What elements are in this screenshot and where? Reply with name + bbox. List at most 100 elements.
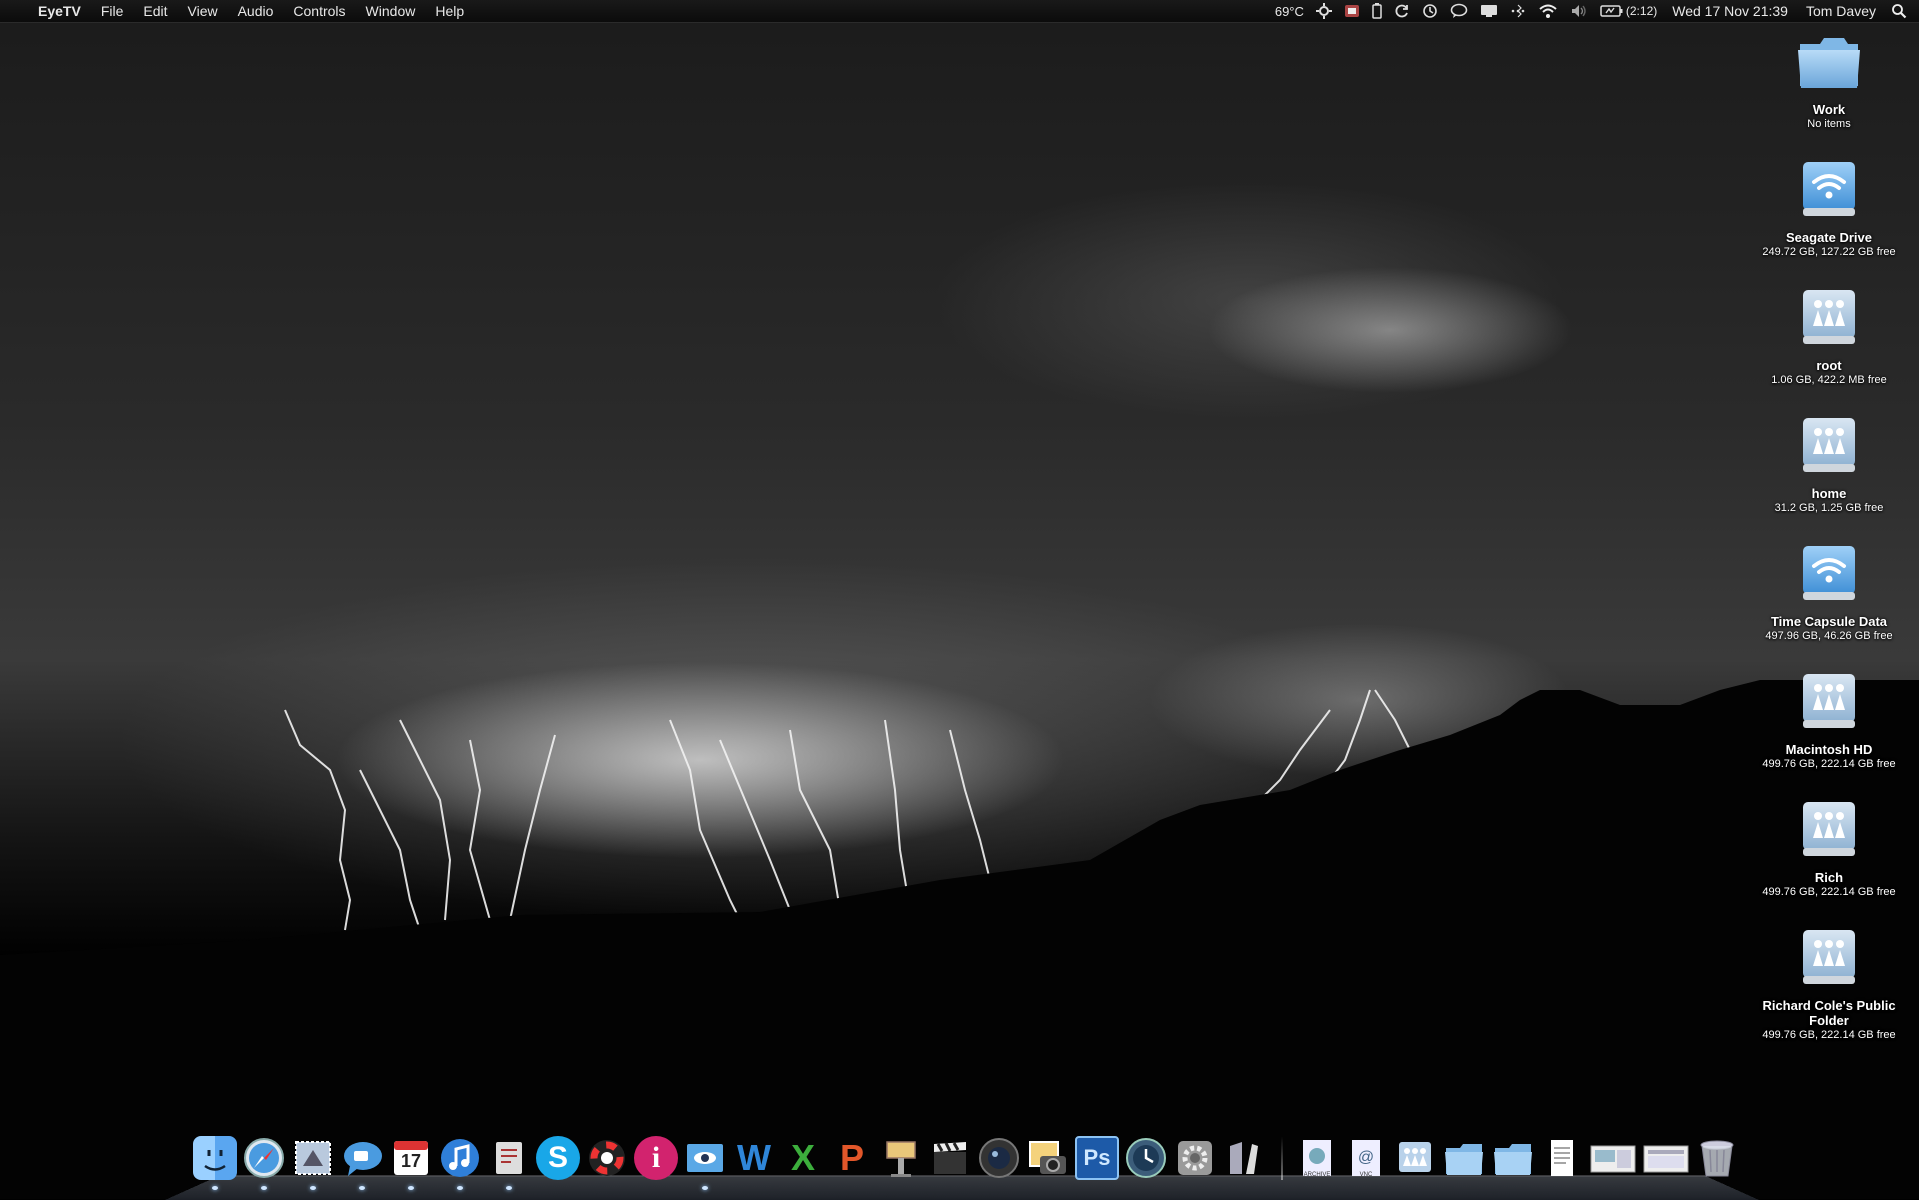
dock-safari[interactable] — [242, 1136, 286, 1190]
photoshop-icon: Ps — [1083, 1145, 1111, 1170]
menu-controls[interactable]: Controls — [283, 0, 355, 22]
desktop-item-public-folder[interactable]: Richard Cole's Public Folder 499.76 GB, … — [1748, 926, 1910, 1042]
wifi-drive-icon — [1794, 542, 1864, 608]
screenshot-icon — [1590, 1145, 1636, 1173]
dock-word[interactable]: W — [732, 1136, 776, 1180]
dock-keynote[interactable] — [879, 1136, 923, 1180]
battery-small-icon[interactable] — [1366, 0, 1388, 22]
trash-icon — [1700, 1140, 1734, 1177]
network-share-icon — [1399, 1142, 1431, 1172]
dock-ical[interactable]: 17 — [389, 1136, 433, 1190]
desktop-item-title: root — [1816, 358, 1842, 373]
network-share-icon — [1794, 798, 1864, 864]
menu-clock[interactable]: Wed 17 Nov 21:39 — [1663, 3, 1797, 19]
photo-camera-icon — [1029, 1141, 1066, 1174]
menu-edit[interactable]: Edit — [133, 0, 177, 22]
dock-preview[interactable] — [683, 1136, 727, 1190]
wifi-icon[interactable] — [1532, 0, 1564, 22]
ichat-status-icon[interactable] — [1444, 0, 1474, 22]
excel-icon: X — [790, 1137, 815, 1178]
menu-file[interactable]: File — [91, 0, 134, 22]
desktop-item-macintosh-hd[interactable]: Macintosh HD 499.76 GB, 222.14 GB free — [1748, 670, 1910, 771]
archive-label: ARCHIVE — [1303, 1172, 1331, 1178]
desktop-item-info: 249.72 GB, 127.22 GB free — [1762, 246, 1896, 258]
dock-iphoto[interactable] — [1026, 1136, 1070, 1180]
dock-vnc-stack[interactable]: @ VNC — [1344, 1136, 1388, 1180]
desktop-item-info: 499.76 GB, 222.14 GB free — [1762, 1029, 1896, 1041]
gear-icon — [1178, 1141, 1212, 1175]
desktop-item-info: 1.06 GB, 422.2 MB free — [1771, 374, 1887, 386]
desktop-item-info: 31.2 GB, 1.25 GB free — [1774, 502, 1884, 514]
lifesaver-icon — [589, 1140, 625, 1176]
dock-screenshot-stack-1[interactable] — [1589, 1136, 1637, 1180]
running-indicator — [310, 1186, 316, 1190]
dock-excel[interactable]: X — [781, 1136, 825, 1180]
time-machine-icon[interactable] — [1416, 0, 1444, 22]
dock-aperture[interactable] — [977, 1136, 1021, 1180]
volume-icon[interactable] — [1564, 0, 1594, 22]
desktop-item-info: No items — [1807, 118, 1851, 130]
desktop-item-rich[interactable]: Rich 499.76 GB, 222.14 GB free — [1748, 798, 1910, 899]
dock-final-cut[interactable] — [928, 1136, 972, 1180]
desktop-item-time-capsule-data[interactable]: Time Capsule Data 497.96 GB, 46.26 GB fr… — [1748, 542, 1910, 643]
powerpoint-icon: P — [839, 1137, 864, 1178]
dock-finder[interactable] — [193, 1136, 237, 1190]
desktop-item-work[interactable]: Work No items — [1748, 30, 1910, 131]
dock-photoshop[interactable]: Ps — [1075, 1136, 1119, 1180]
wifi-drive-icon — [1794, 158, 1864, 224]
dock-utilities[interactable] — [1222, 1136, 1266, 1180]
user-account-menu[interactable]: Tom Davey — [1797, 3, 1885, 19]
desktop-item-home[interactable]: home 31.2 GB, 1.25 GB free — [1748, 414, 1910, 515]
safari-compass-icon — [244, 1138, 284, 1178]
desktop-item-info: 499.76 GB, 222.14 GB free — [1762, 758, 1896, 770]
dock-powerpoint[interactable]: P — [830, 1136, 874, 1180]
dock-skype[interactable]: S — [536, 1136, 580, 1180]
desktop-wallpaper — [0, 0, 1919, 1199]
network-share-icon — [1794, 286, 1864, 352]
app-menu-eyetv[interactable]: EyeTV — [28, 0, 91, 22]
calendar-date: 17 — [400, 1151, 422, 1171]
running-indicator — [457, 1186, 463, 1190]
dock-time-machine[interactable] — [1124, 1136, 1168, 1180]
bluetooth-icon[interactable] — [1504, 0, 1532, 22]
dock-archive-stack[interactable]: ARCHIVE — [1295, 1136, 1339, 1180]
desktop-item-root[interactable]: root 1.06 GB, 422.2 MB free — [1748, 286, 1910, 387]
menu-window[interactable]: Window — [356, 0, 426, 22]
dock-screenshot-stack-2[interactable] — [1642, 1136, 1690, 1180]
dock-pink-app[interactable]: i — [634, 1136, 678, 1180]
dock-script-editor[interactable] — [487, 1136, 531, 1190]
gear-status-icon[interactable] — [1310, 0, 1338, 22]
dock-folder-stack-1[interactable] — [1442, 1136, 1486, 1180]
svg-text:@: @ — [1358, 1149, 1374, 1166]
dock-document-stack[interactable] — [1540, 1136, 1584, 1180]
menu-help[interactable]: Help — [425, 0, 474, 22]
camera-lens-icon — [979, 1138, 1019, 1178]
spotlight-search-icon[interactable] — [1885, 0, 1919, 22]
battery-icon[interactable]: (2:12) — [1594, 0, 1663, 22]
desktop-item-seagate-drive[interactable]: Seagate Drive 249.72 GB, 127.22 GB free — [1748, 158, 1910, 259]
screenshot-icon — [1643, 1145, 1689, 1173]
menu-view[interactable]: View — [178, 0, 228, 22]
menu-bar: EyeTV File Edit View Audio Controls Wind… — [0, 0, 1919, 23]
dock-folder-stack-2[interactable] — [1491, 1136, 1535, 1180]
folder-icon — [1494, 1144, 1532, 1175]
sync-icon[interactable] — [1388, 0, 1416, 22]
battery-time-readout: (2:12) — [1625, 4, 1658, 18]
dock-ichat[interactable] — [340, 1136, 384, 1190]
desktop-item-title: Rich — [1814, 870, 1844, 885]
eyetv-status-icon[interactable] — [1338, 0, 1366, 22]
network-share-icon — [1794, 926, 1864, 992]
dock-lifesaver[interactable] — [585, 1136, 629, 1180]
dock-mail[interactable] — [291, 1136, 335, 1190]
dock-network-share-stack[interactable] — [1393, 1136, 1437, 1180]
display-mirroring-icon[interactable] — [1474, 0, 1504, 22]
running-indicator — [212, 1186, 218, 1190]
dock-system-preferences[interactable] — [1173, 1136, 1217, 1180]
dock-separator — [1281, 1136, 1283, 1180]
dock-itunes[interactable] — [438, 1136, 482, 1190]
folder-icon — [1445, 1144, 1483, 1175]
menu-audio[interactable]: Audio — [228, 0, 284, 22]
dock-trash[interactable] — [1695, 1136, 1739, 1180]
pink-app-icon: i — [651, 1141, 661, 1174]
temperature-readout[interactable]: 69°C — [1269, 0, 1310, 22]
